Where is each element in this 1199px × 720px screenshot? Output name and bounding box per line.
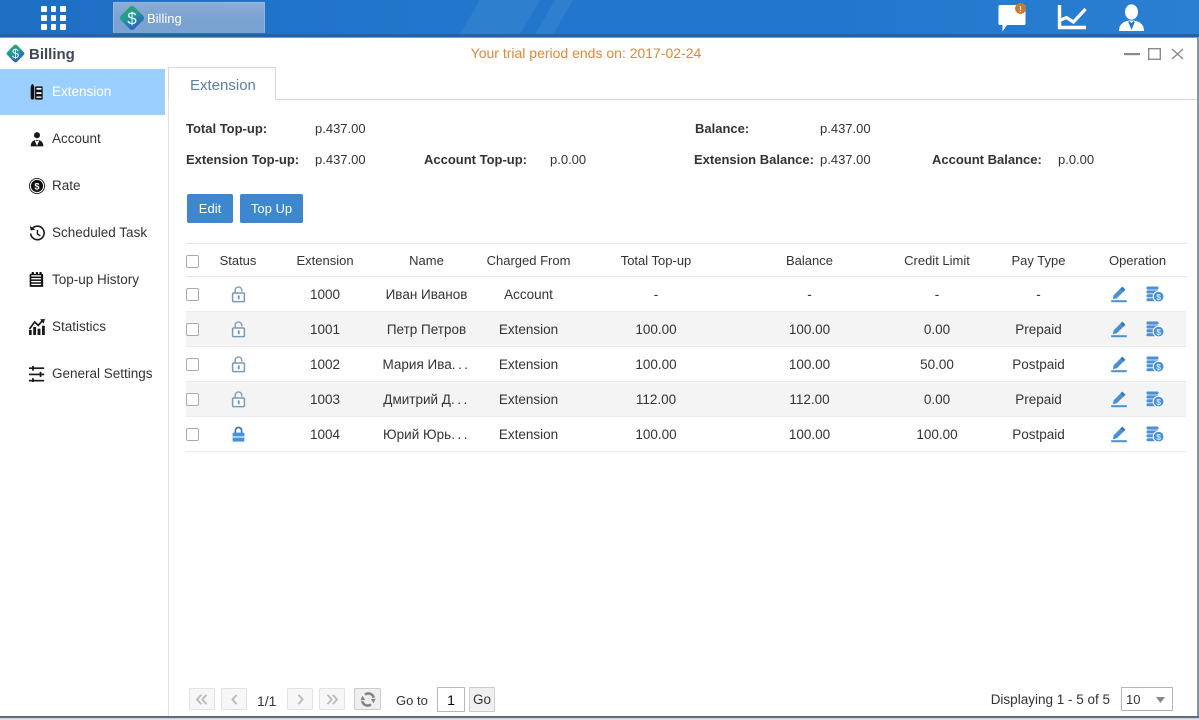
svg-text:!: ! [1019, 5, 1022, 14]
svg-text:$: $ [34, 181, 40, 191]
svg-text:$: $ [127, 9, 137, 28]
